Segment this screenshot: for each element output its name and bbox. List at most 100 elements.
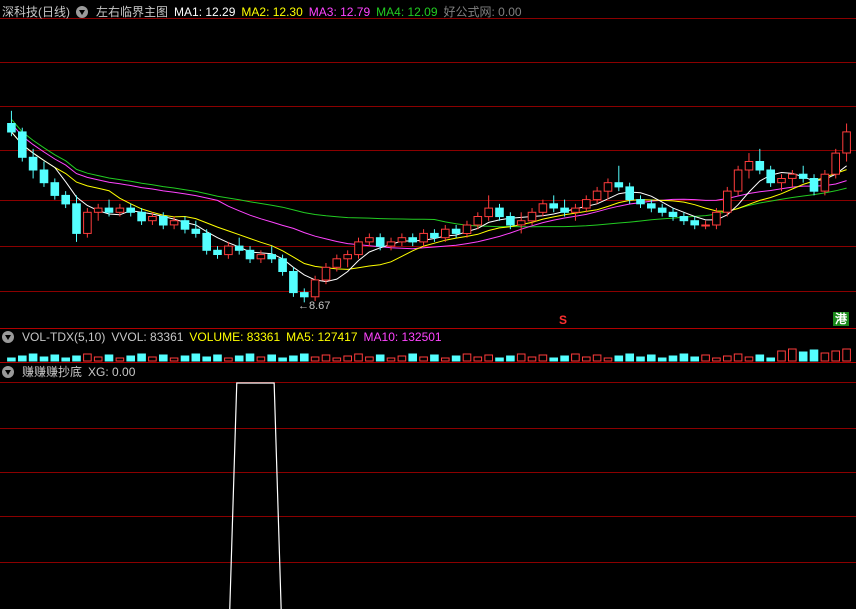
candle-body <box>332 258 342 268</box>
volume-bar <box>300 353 309 362</box>
volume-bar <box>679 353 689 362</box>
candle-body <box>39 169 49 184</box>
volume-bar <box>245 353 255 362</box>
volume-bar <box>354 353 363 362</box>
candle-body <box>733 169 743 192</box>
candle-body <box>744 161 754 171</box>
volume-bar <box>343 355 352 362</box>
candle-body <box>343 254 352 260</box>
stock-title[interactable]: 深科技(日线) <box>2 3 70 21</box>
volume-bar <box>462 353 472 362</box>
volume-bar <box>93 356 103 362</box>
volume-bar <box>375 354 385 362</box>
candle-body <box>408 237 417 243</box>
volume-bar <box>592 354 602 362</box>
main-chart-header: 深科技(日线) 左右临界主图 MA1: 12.29 MA2: 12.30 MA3… <box>0 3 522 21</box>
low-price-label: ←8.67 <box>298 300 330 312</box>
sub-indicator-name[interactable]: 赚赚赚抄底 <box>22 363 82 381</box>
chevron-down-icon[interactable] <box>76 6 88 18</box>
candle-body <box>365 237 374 243</box>
candle-body <box>354 241 363 256</box>
candle-body <box>701 224 710 227</box>
volume-bar <box>267 354 276 362</box>
volume-bar <box>234 355 244 362</box>
xg-value: XG: 0.00 <box>88 365 136 379</box>
ma10-value: MA10: 132501 <box>363 330 442 344</box>
volume-bar <box>473 356 483 362</box>
candle-body <box>93 207 103 213</box>
candle-body <box>159 216 168 226</box>
candle-body <box>245 249 255 260</box>
candle-body <box>278 258 287 272</box>
candle-body <box>256 254 266 260</box>
candle-body <box>180 220 190 230</box>
vol-indicator-name[interactable]: VOL-TDX(5,10) <box>22 328 105 346</box>
volume-bar <box>180 355 190 362</box>
volume-bar <box>126 355 136 362</box>
ma3-value: MA3: 12.79 <box>308 5 371 19</box>
candle-body <box>321 266 331 281</box>
volume-bar <box>701 354 710 362</box>
volume-bar <box>386 357 396 362</box>
candle-body <box>625 186 635 201</box>
volume-bar <box>582 356 591 362</box>
candle-body <box>83 211 92 234</box>
ma2-line <box>11 131 847 270</box>
vvol-value: VVOL: 83361 <box>111 330 184 344</box>
candle-body <box>592 190 602 201</box>
volume-bar <box>408 353 417 362</box>
volume-bar <box>657 357 667 362</box>
candle-body <box>582 199 591 209</box>
volume-bar <box>115 357 125 362</box>
candle-body <box>267 254 276 260</box>
volume-bar <box>723 355 732 362</box>
volume-bar <box>712 357 721 362</box>
volume-bar <box>72 355 81 362</box>
ma4-line <box>11 118 847 228</box>
candle-body <box>28 156 38 171</box>
candle-body <box>473 216 483 226</box>
volume-bar <box>636 356 645 362</box>
candle-body <box>690 220 700 226</box>
candle-body <box>842 131 851 154</box>
volume-bar <box>451 355 461 362</box>
volume-bar <box>647 354 656 362</box>
candle-body <box>234 245 244 251</box>
chevron-down-icon[interactable] <box>2 366 14 378</box>
candle-body <box>169 220 179 226</box>
volume-bar <box>571 353 580 362</box>
candle-body <box>549 203 559 209</box>
candle-body <box>506 216 515 226</box>
indicator-name[interactable]: 左右临界主图 <box>96 3 168 21</box>
ma3-line <box>11 123 847 250</box>
volume-bar <box>419 356 428 362</box>
ma2-value: MA2: 12.30 <box>241 5 303 19</box>
volume-bar <box>28 353 38 362</box>
xg-signal-line <box>229 382 282 609</box>
volume-bar <box>332 357 342 362</box>
volume-bar <box>365 356 374 362</box>
candle-body <box>191 228 201 234</box>
chevron-down-icon[interactable] <box>2 331 14 343</box>
candle-body <box>798 173 808 179</box>
candle-body <box>712 211 721 226</box>
volume-bar <box>484 354 493 362</box>
candle-body <box>679 216 689 222</box>
volume-bar <box>842 348 851 362</box>
candle-body <box>300 292 309 298</box>
candle-body <box>571 207 580 213</box>
candle-body <box>430 232 439 239</box>
volume-bar <box>256 356 266 362</box>
candle-body <box>50 182 60 196</box>
volume-bar <box>278 357 287 362</box>
hk-connect-badge[interactable]: 港 <box>833 312 850 326</box>
volume-bar <box>104 354 114 362</box>
price-chart[interactable] <box>0 0 856 609</box>
volume-bar <box>430 354 439 362</box>
candle-body <box>495 207 504 218</box>
candle-body <box>484 207 493 218</box>
volume-bar <box>83 353 92 362</box>
extra-value: 好公式网: 0.00 <box>443 5 522 19</box>
s-marker-badge[interactable]: S <box>559 313 567 327</box>
ma4-value: MA4: 12.09 <box>376 5 438 19</box>
